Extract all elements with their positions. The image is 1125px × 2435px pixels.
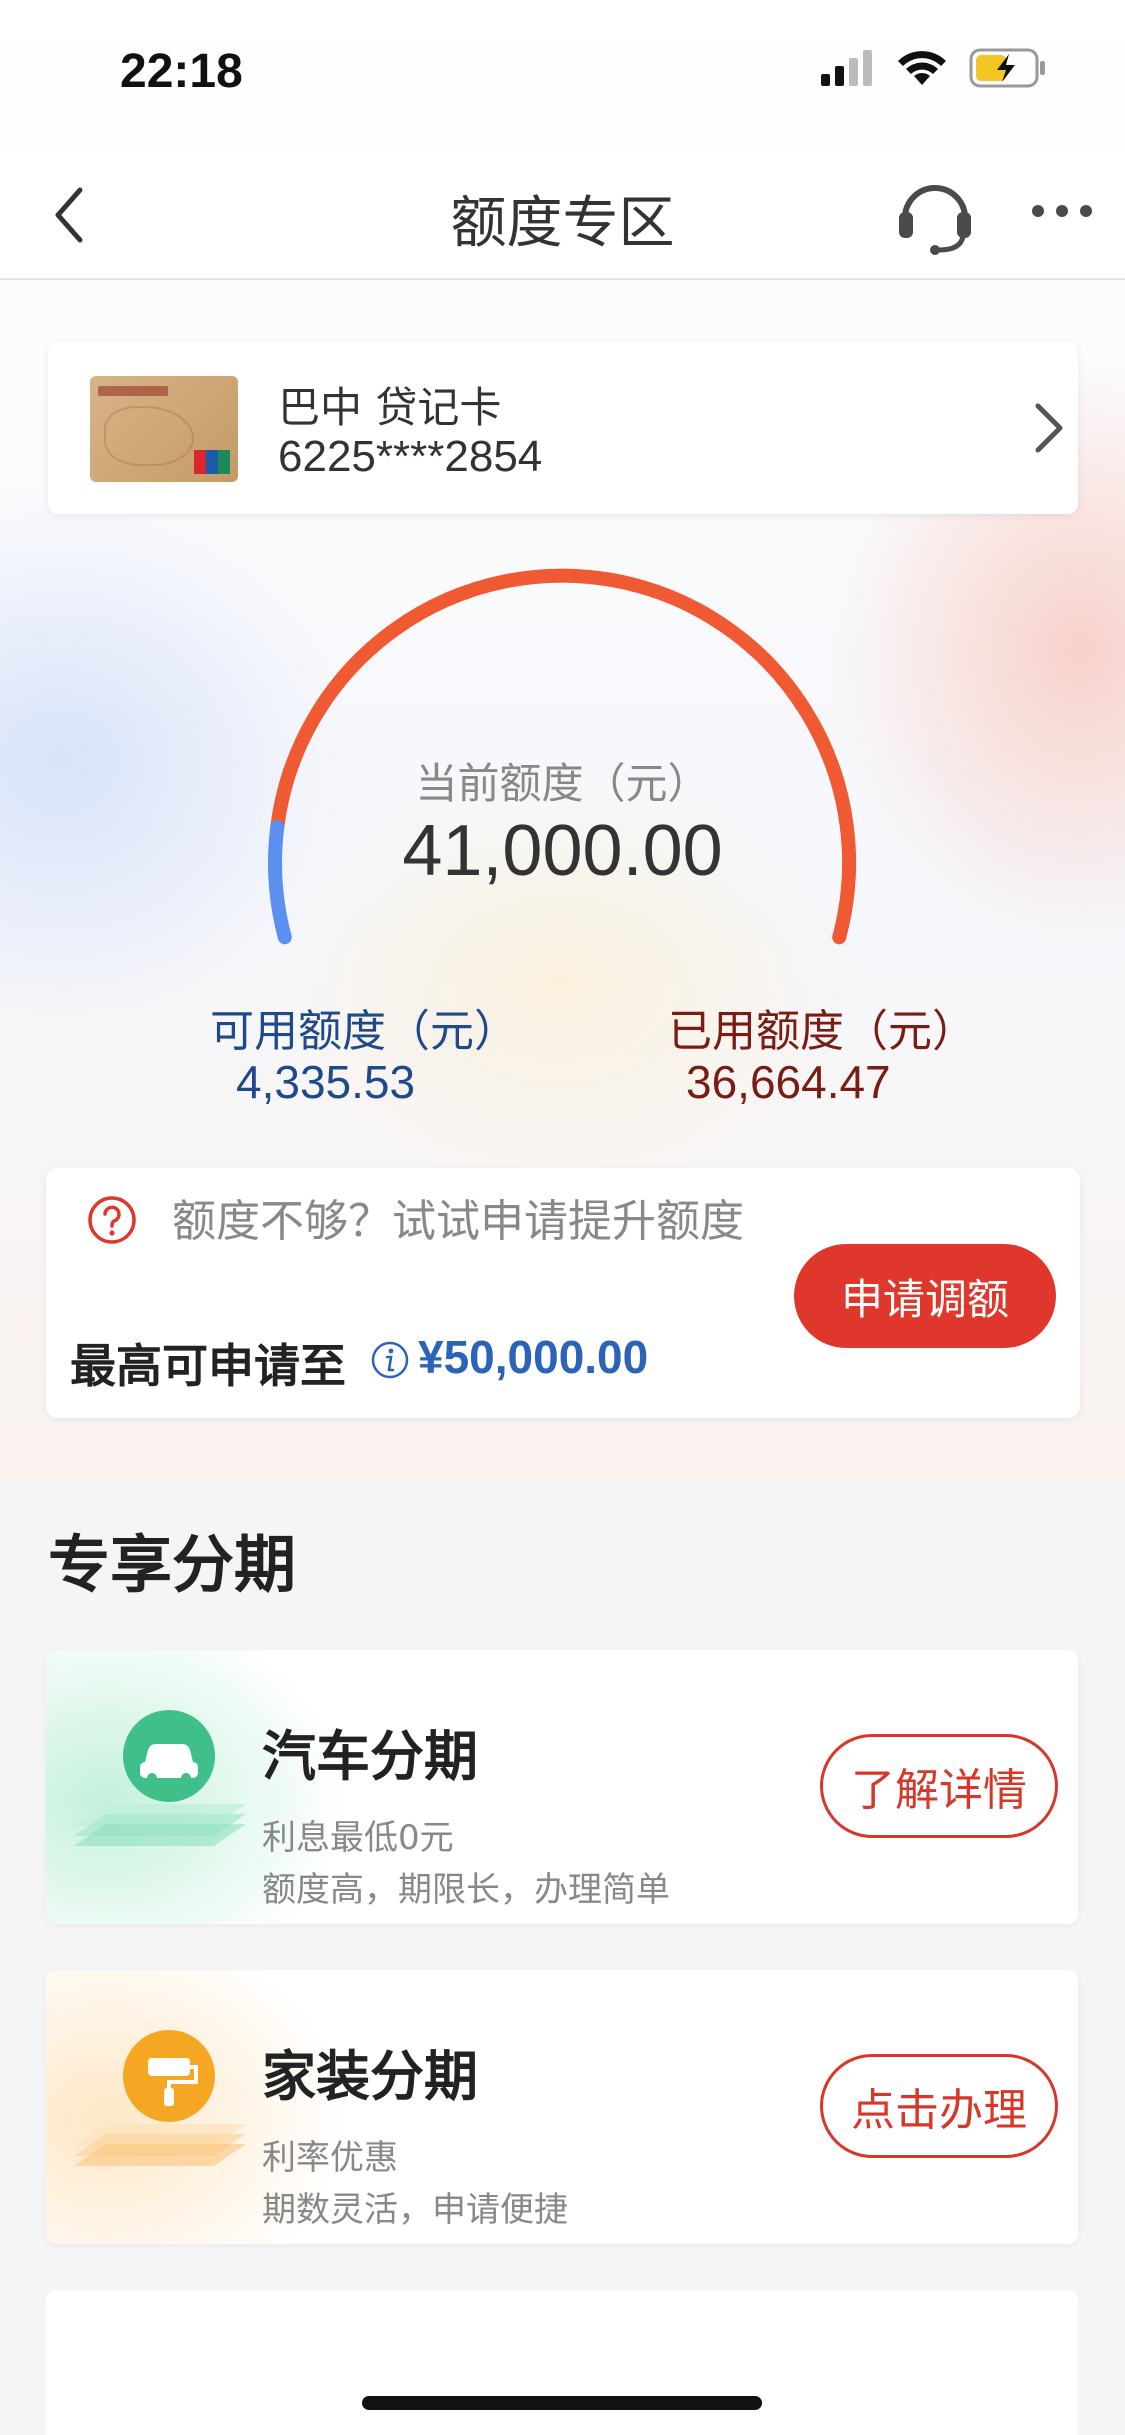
section-title: 专享分期 [48,1528,297,1601]
current-credit-label: 当前额度（元） [415,759,710,808]
available-credit-value: 4,335.53 [236,1056,416,1108]
offer-title: 汽车分期 [262,1725,478,1788]
offer-line1: 利率优惠 [262,2138,398,2178]
car-icon [74,1710,246,1846]
card-name: 巴中 贷记卡 [278,383,502,432]
apply-adjust-button[interactable]: 申请调额 [794,1244,1056,1348]
apply-now-button[interactable]: 点击办理 [820,2054,1058,2158]
chevron-right-icon [1035,403,1063,453]
info-icon[interactable] [370,1340,410,1380]
nav-bar: 额度专区 [0,150,1125,280]
headset-icon[interactable] [895,170,975,256]
paint-roller-icon [74,2030,246,2166]
card-number: 6225****2854 [278,432,543,481]
car-installment-card[interactable]: 汽车分期 利息最低0元 额度高，期限长，办理简单 了解详情 [46,1650,1078,1924]
question-circle-icon[interactable] [86,1194,138,1246]
credit-card-thumbnail [90,376,238,482]
available-credit-label: 可用额度（元） [210,1006,518,1057]
used-credit-label: 已用额度（元） [668,1006,976,1057]
home-decor-installment-card[interactable]: 家装分期 利率优惠 期数灵活，申请便捷 点击办理 [46,1970,1078,2244]
current-credit-value: 41,000.00 [402,811,723,891]
more-dots-icon[interactable] [1030,196,1094,226]
credit-upgrade-panel: 额度不够？试试申请提升额度 最高可申请至 ¥50,000.00 申请调额 [46,1168,1080,1418]
wifi-icon [898,51,946,85]
home-indicator [362,2396,762,2410]
learn-more-button[interactable]: 了解详情 [820,1734,1058,1838]
offer-title: 家装分期 [262,2045,478,2108]
exclusive-installments-section: 专享分期 汽车分期 利息最低0元 额度高，期限长，办理简单 了解详情 家装分期 … [0,1480,1125,2435]
status-icons [821,48,1047,88]
offer-line2: 期数灵活，申请便捷 [262,2190,568,2230]
status-time: 22:18 [120,45,243,98]
next-offer-card[interactable] [46,2290,1078,2435]
credit-gauge: 当前额度（元） 41,000.00 [0,560,1125,980]
used-credit-value: 36,664.47 [686,1056,891,1108]
upgrade-prompt: 额度不够？试试申请提升额度 [172,1196,744,1247]
unionpay-logo-icon [194,450,230,474]
signal-icon [821,50,872,86]
status-bar: 22:18 [0,0,1125,150]
offer-line1: 利息最低0元 [262,1818,454,1858]
max-credit-value: ¥50,000.00 [418,1331,649,1383]
battery-charging-icon [969,48,1045,88]
card-selector[interactable]: 巴中 贷记卡 6225****2854 [48,342,1078,514]
max-credit-label: 最高可申请至 [70,1339,346,1393]
offer-line2: 额度高，期限长，办理简单 [262,1870,670,1910]
